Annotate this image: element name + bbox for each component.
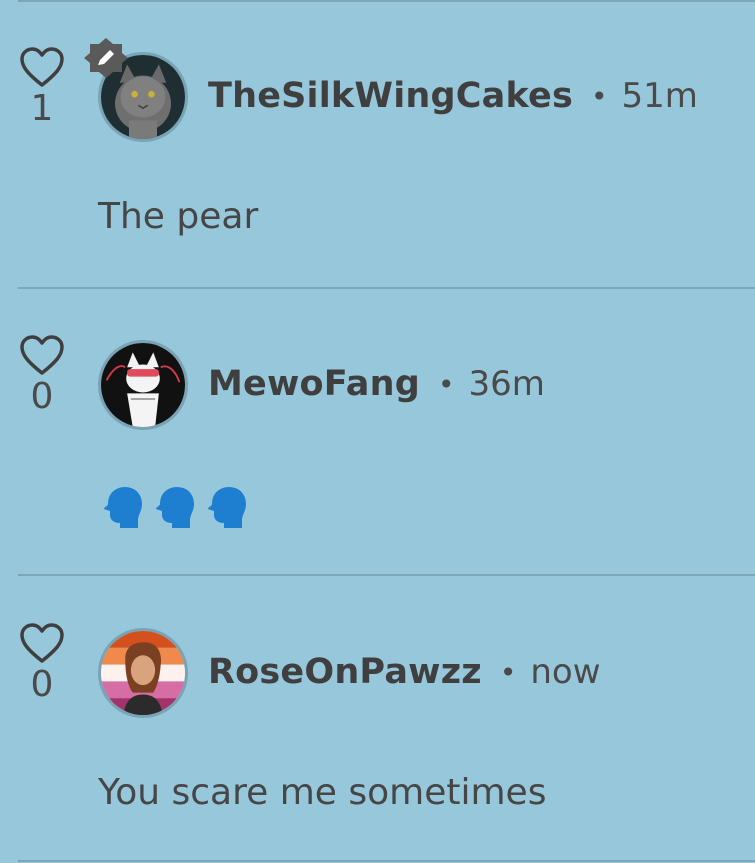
avatar[interactable] bbox=[98, 628, 188, 718]
comment-header: TheSilkWingCakes • 51m bbox=[208, 72, 698, 120]
heart-icon[interactable] bbox=[18, 621, 66, 665]
comment-item: 0 MewoFang • 36m bbox=[0, 288, 755, 575]
separator-dot: • bbox=[438, 367, 455, 401]
comment-divider bbox=[18, 860, 755, 862]
like-count: 1 bbox=[30, 88, 54, 129]
speaking-head-icon bbox=[104, 487, 142, 528]
speaking-head-icon bbox=[156, 487, 194, 528]
like-count: 0 bbox=[30, 376, 54, 417]
person-pride-avatar bbox=[101, 631, 185, 715]
like-control: 1 bbox=[16, 45, 68, 129]
white-cat-avatar bbox=[101, 343, 185, 427]
comment-item: 1 TheSilkWingCakes • 51m The pear bbox=[0, 0, 755, 287]
moderator-badge-icon bbox=[84, 38, 128, 78]
speaking-head-icon bbox=[208, 487, 246, 528]
like-control: 0 bbox=[16, 621, 68, 705]
heart-icon[interactable] bbox=[18, 45, 66, 89]
separator-dot: • bbox=[591, 79, 608, 113]
username-link[interactable]: MewoFang bbox=[208, 364, 420, 404]
separator-dot: • bbox=[499, 655, 517, 689]
timestamp: 51m bbox=[621, 76, 698, 116]
like-count: 0 bbox=[30, 664, 54, 705]
timestamp: now bbox=[530, 652, 601, 692]
comment-item: 0 RoseOnPawzz • now You scare me sometim… bbox=[0, 576, 755, 863]
comment-emoji-content bbox=[98, 484, 248, 530]
like-control: 0 bbox=[16, 333, 68, 417]
username-link[interactable]: TheSilkWingCakes bbox=[208, 76, 573, 116]
avatar[interactable] bbox=[98, 340, 188, 430]
comment-text: The pear bbox=[98, 196, 259, 237]
comment-header: RoseOnPawzz • now bbox=[208, 648, 601, 696]
comment-header: MewoFang • 36m bbox=[208, 360, 545, 408]
comment-text: You scare me sometimes bbox=[98, 772, 547, 813]
heart-icon[interactable] bbox=[18, 333, 66, 377]
timestamp: 36m bbox=[468, 364, 545, 404]
username-link[interactable]: RoseOnPawzz bbox=[208, 652, 482, 692]
